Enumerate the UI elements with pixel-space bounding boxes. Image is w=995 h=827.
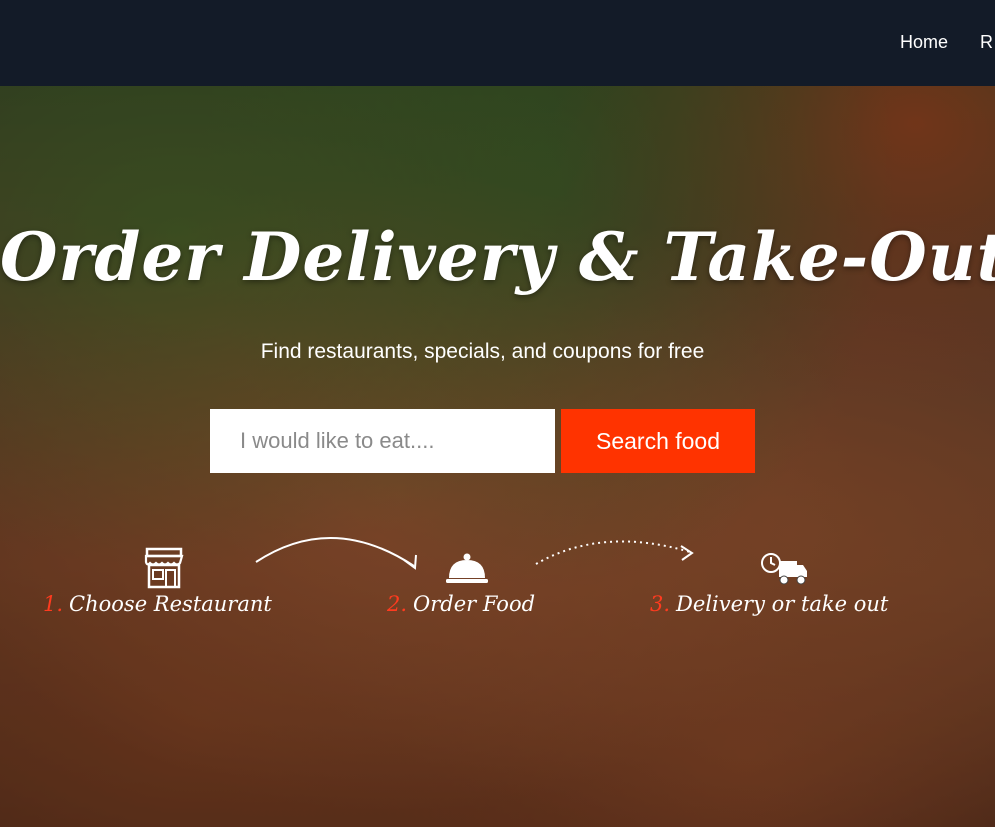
step-3-label: 3. Delivery or take out <box>650 592 888 616</box>
step-2-number: 2. <box>387 592 408 616</box>
top-navigation: Home R <box>0 0 995 86</box>
step-3-number: 3. <box>650 592 671 616</box>
hero-title: Order Delivery & Take-Out <box>0 218 995 296</box>
step-2-text: Order Food <box>413 592 536 616</box>
step-delivery: 3. Delivery or take out <box>648 546 928 626</box>
step-3-text: Delivery or take out <box>676 592 889 616</box>
cloche-icon <box>445 552 489 590</box>
store-icon <box>143 546 185 594</box>
step-1-number: 1. <box>43 592 64 616</box>
step-1-text: Choose Restaurant <box>69 592 272 616</box>
step-1-label: 1. Choose Restaurant <box>43 592 272 616</box>
step-2-label: 2. Order Food <box>387 592 535 616</box>
nav-link-restaurants[interactable]: R <box>980 32 993 53</box>
nav-link-home[interactable]: Home <box>900 32 948 53</box>
search-food-button[interactable]: Search food <box>561 409 755 473</box>
hero-banner: Order Delivery & Take-Out Find restauran… <box>0 86 995 827</box>
delivery-truck-icon <box>761 552 809 590</box>
hero-subtitle: Find restaurants, specials, and coupons … <box>260 340 705 363</box>
nav-links: Home R <box>900 32 993 53</box>
search-input[interactable] <box>210 409 555 473</box>
